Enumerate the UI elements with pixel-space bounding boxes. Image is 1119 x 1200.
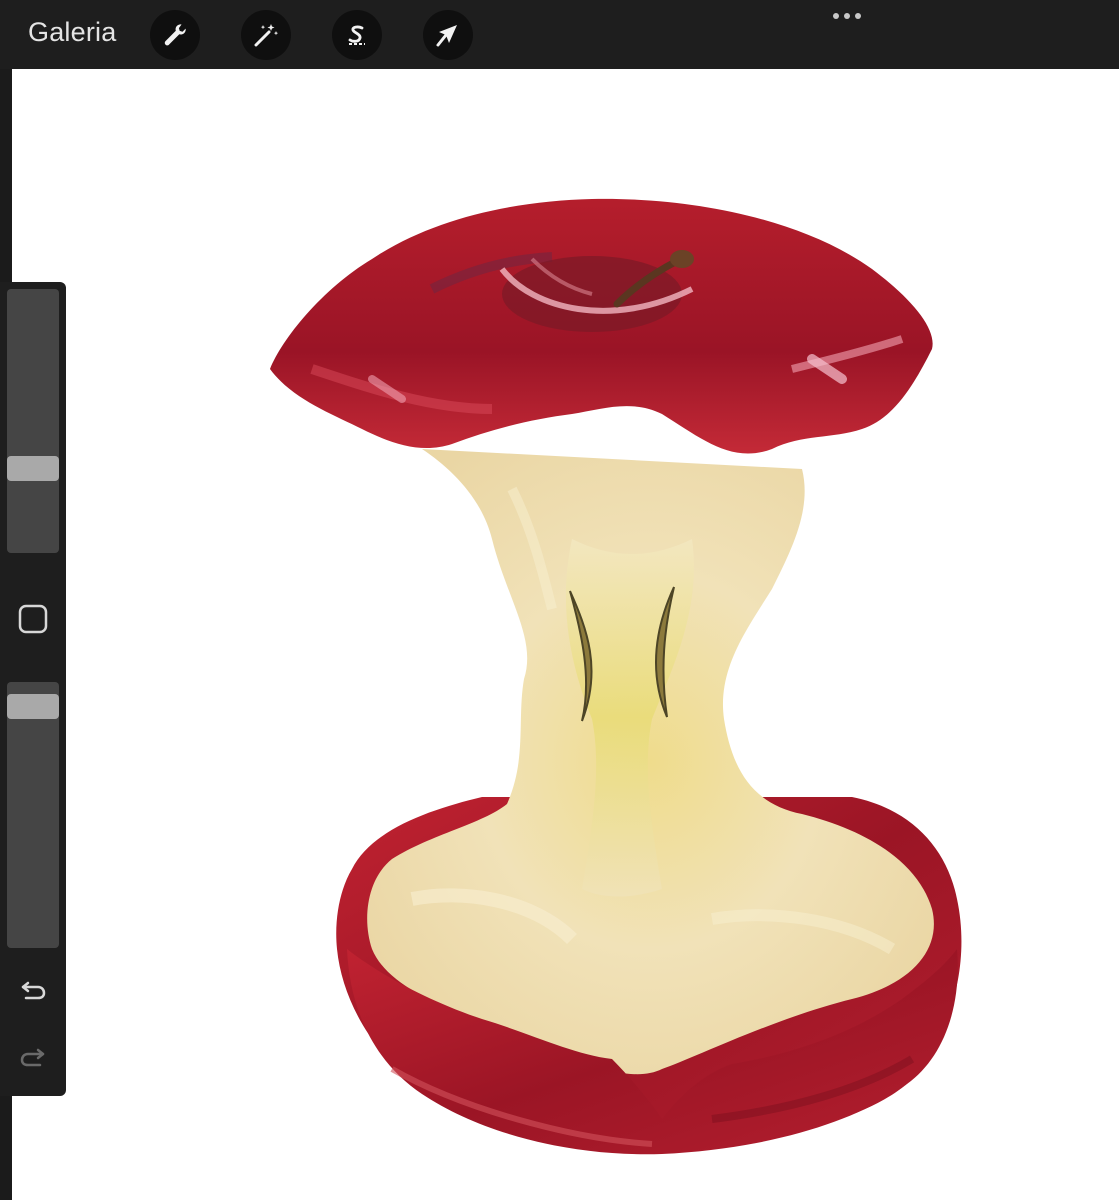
actions-button[interactable]	[150, 10, 200, 60]
opacity-slider-thumb[interactable]	[7, 694, 59, 719]
modify-button[interactable]	[18, 604, 48, 634]
drawing-canvas[interactable]	[12, 69, 1119, 1200]
redo-button[interactable]	[18, 1042, 48, 1072]
magic-wand-icon	[254, 24, 279, 47]
arrow-cursor-icon	[436, 25, 457, 47]
apple-flesh	[367, 449, 934, 1075]
gallery-button[interactable]: Galeria	[28, 17, 116, 48]
undo-button[interactable]	[18, 975, 48, 1005]
dot	[855, 13, 861, 19]
dot	[833, 13, 839, 19]
brush-sidebar	[0, 282, 66, 1096]
adjustments-button[interactable]	[241, 10, 291, 60]
more-options-button[interactable]	[824, 4, 870, 28]
redo-arrow-icon	[20, 1048, 45, 1067]
opacity-slider[interactable]	[7, 682, 59, 948]
brush-size-slider-thumb[interactable]	[7, 456, 59, 481]
apple-core-artwork	[270, 198, 962, 1155]
brush-size-slider[interactable]	[7, 289, 59, 553]
undo-arrow-icon	[21, 981, 46, 1000]
procreate-app: Galeria	[0, 0, 1119, 1200]
rounded-square-icon	[18, 604, 48, 634]
top-toolbar: Galeria	[0, 0, 1119, 69]
selection-button[interactable]	[332, 10, 382, 60]
transform-button[interactable]	[423, 10, 473, 60]
dot	[844, 13, 850, 19]
wrench-icon	[164, 24, 186, 46]
selection-s-icon	[348, 25, 365, 45]
